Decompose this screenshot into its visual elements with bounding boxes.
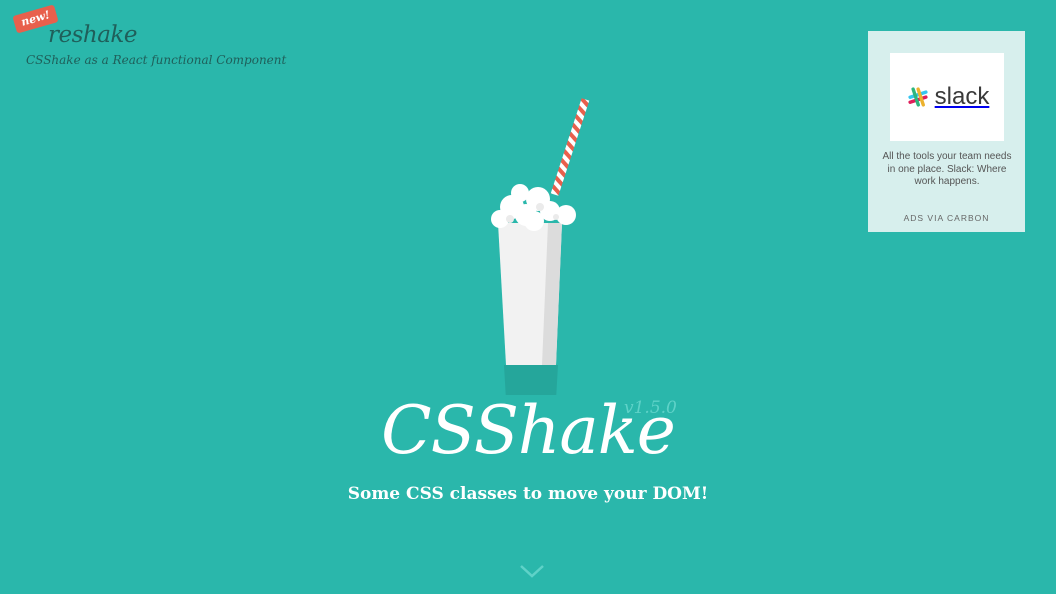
milkshake-icon [491,98,590,395]
reshake-title: reshake [48,22,137,48]
version-label: v1.5.0 [624,398,677,418]
page-title: CSShake [381,392,676,469]
reshake-subtitle: CSShake as a React functional Component [26,53,287,67]
scroll-down-button[interactable] [519,563,545,583]
carbon-ad: slack All the tools your team needs in o… [868,31,1025,232]
page-subtitle: Some CSS classes to move your DOM! [347,484,709,504]
ad-text[interactable]: All the tools your team needs in one pla… [880,151,1014,189]
slack-logo-icon [908,87,928,107]
ad-brand: slack [934,83,990,110]
chevron-down-icon [520,565,544,578]
ad-powered-by[interactable]: ADS VIA CARBON [868,213,1025,223]
ad-image-link[interactable]: slack [890,53,1004,141]
